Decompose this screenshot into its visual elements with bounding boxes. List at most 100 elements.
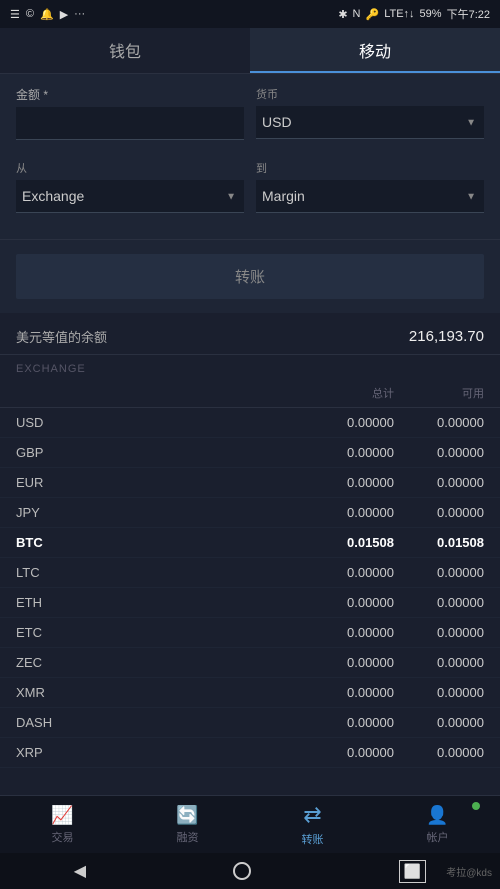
table-row: USD0.000000.00000 [0, 408, 500, 438]
row-total: 0.00000 [294, 655, 394, 670]
currency-select-wrapper: USD GBP EUR BTC ETH [256, 106, 484, 139]
row-currency-name: ZEC [16, 655, 294, 670]
table-row: XMR0.000000.00000 [0, 678, 500, 708]
status-left-icons: ☰ © 🔔 ▶ ··· [10, 8, 85, 21]
row-available: 0.00000 [394, 415, 484, 430]
row-total: 0.00000 [294, 445, 394, 460]
row-total: 0.00000 [294, 565, 394, 580]
to-select[interactable]: Margin Exchange Funding [256, 180, 484, 213]
funding-label: 融资 [177, 829, 199, 845]
battery-label: 59% [420, 8, 442, 20]
row-total: 0.00000 [294, 475, 394, 490]
status-right-icons: ✱ N 🔑 LTE↑↓ 59% 下午7:22 [338, 6, 490, 22]
exchange-section-label: EXCHANGE [0, 355, 500, 379]
table-row: DASH0.000000.00000 [0, 708, 500, 738]
row-available: 0.00000 [394, 595, 484, 610]
row-available: 0.01508 [394, 535, 484, 550]
trade-icon: 📈 [51, 805, 73, 826]
nav-account[interactable]: 👤 帐户 [375, 796, 500, 853]
row-available: 0.00000 [394, 655, 484, 670]
top-tabs: 钱包 移动 [0, 28, 500, 74]
table-row: ZEC0.000000.00000 [0, 648, 500, 678]
amount-input[interactable] [16, 107, 244, 140]
tab-wallet[interactable]: 钱包 [0, 28, 250, 73]
table-row: ETH0.000000.00000 [0, 588, 500, 618]
back-button[interactable]: ◀ [74, 861, 86, 881]
row-available: 0.00000 [394, 505, 484, 520]
home-button[interactable] [233, 862, 251, 880]
nav-trade[interactable]: 📈 交易 [0, 796, 125, 853]
row-available: 0.00000 [394, 745, 484, 760]
balance-label: 美元等值的余额 [16, 327, 107, 346]
currency-group: 货币 USD GBP EUR BTC ETH [256, 86, 484, 150]
signal-icon: LTE↑↓ [384, 8, 414, 20]
row-currency-name: ETH [16, 595, 294, 610]
col-header-total: 总计 [294, 385, 394, 401]
notification-icon: 🔔 [40, 8, 54, 21]
col-header-available: 可用 [394, 385, 484, 401]
android-nav: ◀ ⬜ 考拉@kds [0, 853, 500, 889]
amount-group: 金额 * [16, 86, 244, 140]
tab-mobile[interactable]: 移动 [250, 28, 500, 73]
status-bar: ☰ © 🔔 ▶ ··· ✱ N 🔑 LTE↑↓ 59% 下午7:22 [0, 0, 500, 28]
row-currency-name: JPY [16, 505, 294, 520]
nfc-icon: N [353, 8, 361, 20]
row-available: 0.00000 [394, 565, 484, 580]
row-total: 0.00000 [294, 415, 394, 430]
row-total: 0.00000 [294, 745, 394, 760]
transfer-icon: ⇄ [303, 802, 321, 828]
row-total: 0.00000 [294, 505, 394, 520]
bottom-nav: 📈 交易 🔄 融资 ⇄ 转账 👤 帐户 [0, 795, 500, 853]
account-icon: 👤 [426, 805, 448, 826]
from-select[interactable]: Exchange Margin Funding [16, 180, 244, 213]
transfer-btn-area: 转账 [0, 239, 500, 313]
currency-label: 货币 [256, 86, 484, 102]
recents-button[interactable]: ⬜ [399, 860, 426, 883]
to-label: 到 [256, 160, 484, 176]
table-row: LTC0.000000.00000 [0, 558, 500, 588]
online-indicator [472, 802, 480, 810]
to-select-wrapper: Margin Exchange Funding [256, 180, 484, 213]
row-available: 0.00000 [394, 685, 484, 700]
row-total: 0.00000 [294, 625, 394, 640]
table-section: EXCHANGE 总计 可用 USD0.000000.00000GBP0.000… [0, 355, 500, 768]
nav-transfer[interactable]: ⇄ 转账 [250, 796, 375, 853]
row-currency-name: BTC [16, 535, 294, 550]
bluetooth-icon: ✱ [338, 8, 347, 21]
row-total: 0.00000 [294, 715, 394, 730]
transfer-label: 转账 [302, 831, 324, 847]
form-area: 金额 * 货币 USD GBP EUR BTC ETH 从 Exchange [0, 74, 500, 239]
table-row: JPY0.000000.00000 [0, 498, 500, 528]
app-icon: © [26, 8, 34, 20]
row-currency-name: XRP [16, 745, 294, 760]
table-row: ETC0.000000.00000 [0, 618, 500, 648]
row-available: 0.00000 [394, 445, 484, 460]
row-available: 0.00000 [394, 715, 484, 730]
key-icon: 🔑 [365, 8, 379, 21]
nav-funding[interactable]: 🔄 融资 [125, 796, 250, 853]
transfer-button[interactable]: 转账 [16, 254, 484, 299]
from-label: 从 [16, 160, 244, 176]
table-row: XRP0.000000.00000 [0, 738, 500, 768]
table-row: GBP0.000000.00000 [0, 438, 500, 468]
row-currency-name: USD [16, 415, 294, 430]
from-to-row: 从 Exchange Margin Funding 到 Margin Excha… [16, 160, 484, 213]
to-group: 到 Margin Exchange Funding [256, 160, 484, 213]
account-label: 帐户 [427, 829, 449, 845]
menu-icon: ☰ [10, 8, 20, 21]
row-currency-name: ETC [16, 625, 294, 640]
table-body: USD0.000000.00000GBP0.000000.00000EUR0.0… [0, 408, 500, 768]
from-group: 从 Exchange Margin Funding [16, 160, 244, 213]
currency-select[interactable]: USD GBP EUR BTC ETH [256, 106, 484, 139]
table-row: EUR0.000000.00000 [0, 468, 500, 498]
amount-currency-row: 金额 * 货币 USD GBP EUR BTC ETH [16, 86, 484, 150]
row-total: 0.01508 [294, 535, 394, 550]
row-available: 0.00000 [394, 625, 484, 640]
row-total: 0.00000 [294, 595, 394, 610]
row-currency-name: GBP [16, 445, 294, 460]
row-currency-name: DASH [16, 715, 294, 730]
row-currency-name: LTC [16, 565, 294, 580]
from-select-wrapper: Exchange Margin Funding [16, 180, 244, 213]
amount-label: 金额 * [16, 86, 244, 103]
funding-icon: 🔄 [176, 805, 198, 826]
